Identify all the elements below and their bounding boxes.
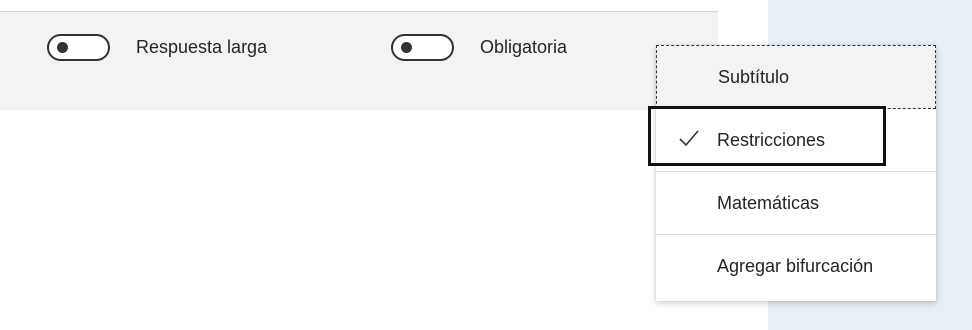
menu-item-add-branching[interactable]: Agregar bifurcación: [656, 235, 936, 298]
toggle-knob-icon: [401, 41, 412, 53]
required-toggle-group: Obligatoria: [391, 12, 567, 82]
more-settings-menu: Subtítulo Restricciones Matemáticas Agre…: [656, 45, 936, 301]
menu-item-subtitle[interactable]: Subtítulo: [656, 45, 936, 109]
long-answer-toggle[interactable]: [47, 33, 110, 61]
required-label: Obligatoria: [480, 36, 568, 57]
menu-item-label: Subtítulo: [718, 66, 790, 87]
long-answer-toggle-group: Respuesta larga: [47, 12, 267, 82]
long-answer-label: Respuesta larga: [136, 36, 268, 57]
menu-item-label: Agregar bifurcación: [717, 256, 874, 276]
menu-item-label: Restricciones: [717, 129, 826, 150]
required-toggle[interactable]: [391, 33, 454, 61]
top-divider: [0, 0, 718, 12]
toggle-knob-icon: [57, 41, 68, 53]
question-options-toolbar: Respuesta larga Obligatoria: [0, 12, 718, 110]
menu-item-label: Matemáticas: [717, 192, 820, 213]
menu-item-math[interactable]: Matemáticas: [656, 172, 936, 235]
checkmark-icon: [679, 130, 699, 147]
menu-item-restrictions[interactable]: Restricciones: [656, 109, 936, 172]
